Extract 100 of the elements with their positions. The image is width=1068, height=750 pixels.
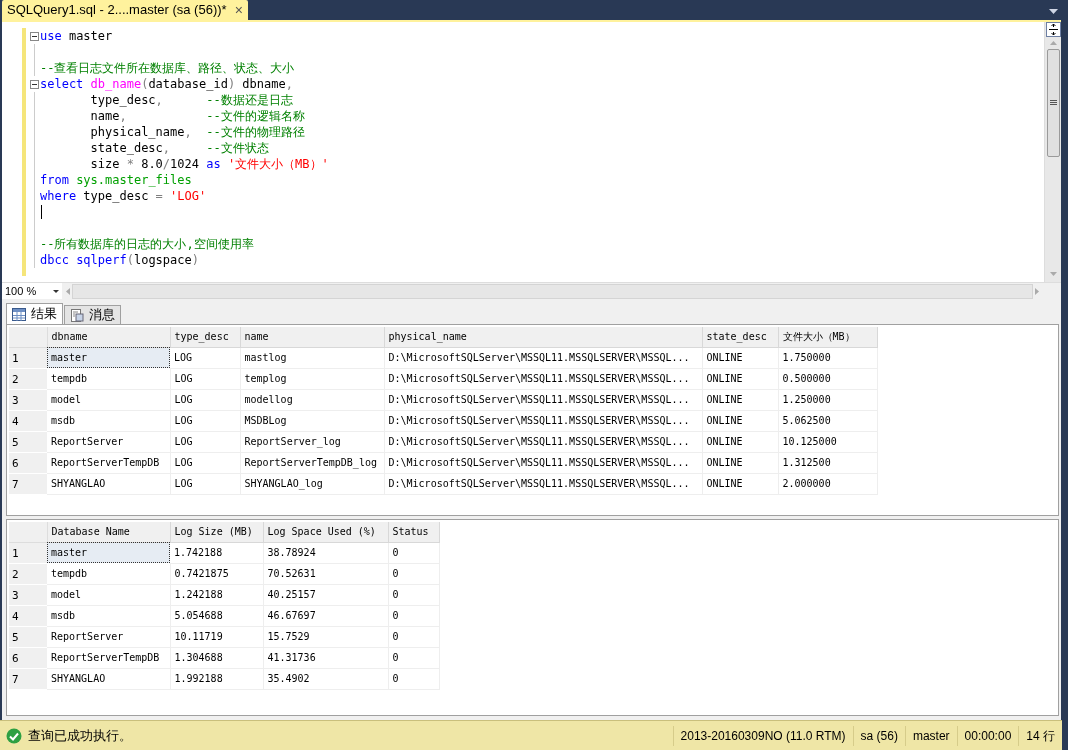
tab-title: SQLQuery1.sql - 2....master (sa (56))* <box>7 1 227 20</box>
result-tab[interactable]: 消息 <box>64 305 121 324</box>
table-cell: model <box>47 584 170 605</box>
split-handle-icon[interactable] <box>1045 22 1061 37</box>
row-number[interactable]: 7 <box>9 473 47 494</box>
table-cell: 10.11719 <box>170 626 263 647</box>
scroll-right-icon[interactable] <box>1035 287 1039 295</box>
table-cell: 40.25157 <box>263 584 388 605</box>
table-cell: SHYANGLAO <box>47 473 170 494</box>
table-cell: D:\MicrosoftSQLServer\MSSQL11.MSSQLSERVER\MSSQL... <box>384 473 702 494</box>
document-icon <box>70 308 84 322</box>
dropdown-caret-icon[interactable] <box>1049 9 1058 14</box>
code-line: --查看日志文件所在数据库、路径、状态、大小 <box>40 60 295 76</box>
code-line: dbcc sqlperf(logspace) <box>40 252 199 268</box>
table-cell: modellog <box>240 389 384 410</box>
table-cell: 70.52631 <box>263 563 388 584</box>
grid-icon <box>12 307 26 321</box>
row-number[interactable]: 7 <box>9 668 47 689</box>
code-line: size * 8.0/1024 as '文件大小（MB）' <box>89 156 329 172</box>
table-cell: 0 <box>388 668 439 689</box>
column-header[interactable]: Log Space Used (%) <box>263 522 388 542</box>
status-text: 14 行 <box>1018 725 1062 746</box>
table-cell: master <box>47 347 170 368</box>
table-cell: msdb <box>47 605 170 626</box>
table-cell: ONLINE <box>702 410 778 431</box>
table-cell: ONLINE <box>702 368 778 389</box>
table-cell: 0.7421875 <box>170 563 263 584</box>
scrollbar-thumb[interactable] <box>1046 49 1060 157</box>
row-number[interactable]: 4 <box>9 605 47 626</box>
status-text: sa (56) <box>852 725 905 746</box>
vertical-scrollbar[interactable] <box>1044 22 1061 282</box>
table-cell: 5.062500 <box>778 410 877 431</box>
table-cell: D:\MicrosoftSQLServer\MSSQL11.MSSQLSERVER\MSSQL... <box>384 368 702 389</box>
column-header[interactable]: state_desc <box>702 327 778 347</box>
table-cell: 0 <box>388 542 439 563</box>
row-number[interactable]: 4 <box>9 410 47 431</box>
column-header[interactable]: Database Name <box>47 522 170 542</box>
scroll-up-icon[interactable] <box>1049 41 1057 45</box>
row-number[interactable]: 5 <box>9 431 47 452</box>
code-line: select db_name(database_id) dbname, <box>40 76 293 92</box>
collapse-icon[interactable] <box>29 79 39 89</box>
row-number[interactable]: 5 <box>9 626 47 647</box>
table-cell: LOG <box>170 452 240 473</box>
code-line: from sys.master_files <box>40 172 192 188</box>
table-cell: model <box>47 389 170 410</box>
column-header[interactable]: physical_name <box>384 327 702 347</box>
status-text: 00:00:00 <box>956 725 1019 746</box>
table-cell: 1.312500 <box>778 452 877 473</box>
table-cell: ReportServer <box>47 626 170 647</box>
scroll-down-icon[interactable] <box>1049 272 1057 276</box>
row-number[interactable]: 3 <box>9 389 47 410</box>
table-cell: 1.750000 <box>778 347 877 368</box>
row-number[interactable]: 2 <box>9 563 47 584</box>
scroll-left-icon[interactable] <box>66 287 70 295</box>
column-header[interactable]: dbname <box>47 327 170 347</box>
table-cell: 0 <box>388 563 439 584</box>
caret-icon <box>53 289 59 293</box>
table-cell: ONLINE <box>702 452 778 473</box>
table-cell: tempdb <box>47 563 170 584</box>
checkmark-icon <box>6 727 22 744</box>
column-header[interactable]: Status <box>388 522 439 542</box>
table-cell: 1.304688 <box>170 647 263 668</box>
column-header[interactable]: type_desc <box>170 327 240 347</box>
row-number[interactable]: 1 <box>9 347 47 368</box>
status-message: 查询已成功执行。 <box>28 726 133 745</box>
table-cell: 35.4902 <box>263 668 388 689</box>
row-number[interactable]: 2 <box>9 368 47 389</box>
table-cell: 1.242188 <box>170 584 263 605</box>
document-tab[interactable]: SQLQuery1.sql - 2....master (sa (56))* × <box>2 0 248 20</box>
table-cell: 5.054688 <box>170 605 263 626</box>
zoom-dropdown[interactable]: 100 % <box>2 283 62 299</box>
column-header[interactable]: name <box>240 327 384 347</box>
code-line: name, --文件的逻辑名称 <box>89 108 305 124</box>
code-line: --所有数据库的日志的大小,空间使用率 <box>40 236 254 252</box>
close-button[interactable]: × <box>234 0 243 21</box>
table-cell: ONLINE <box>702 431 778 452</box>
table-cell: msdb <box>47 410 170 431</box>
horizontal-scrollbar[interactable] <box>72 283 1033 299</box>
row-number[interactable]: 1 <box>9 542 47 563</box>
result-tab[interactable]: 结果 <box>6 303 63 324</box>
code-line: type_desc, --数据还是日志 <box>89 92 293 108</box>
table-cell: 1.742188 <box>170 542 263 563</box>
table-cell: SHYANGLAO <box>47 668 170 689</box>
row-number[interactable]: 3 <box>9 584 47 605</box>
table-cell: LOG <box>170 389 240 410</box>
table-cell: 2.000000 <box>778 473 877 494</box>
table-cell: ReportServerTempDB_log <box>240 452 384 473</box>
row-number[interactable]: 6 <box>9 647 47 668</box>
table-cell: ONLINE <box>702 389 778 410</box>
code-line: use master <box>40 28 113 44</box>
column-header[interactable]: Log Size (MB) <box>170 522 263 542</box>
table-cell: 41.31736 <box>263 647 388 668</box>
table-cell: 1.992188 <box>170 668 263 689</box>
row-number[interactable]: 6 <box>9 452 47 473</box>
table-cell: 0 <box>388 647 439 668</box>
table-cell: ONLINE <box>702 473 778 494</box>
table-cell: 46.67697 <box>263 605 388 626</box>
collapse-icon[interactable] <box>29 31 39 41</box>
column-header[interactable]: 文件大小（MB） <box>778 327 877 347</box>
code-line: physical_name, --文件的物理路径 <box>89 124 305 140</box>
